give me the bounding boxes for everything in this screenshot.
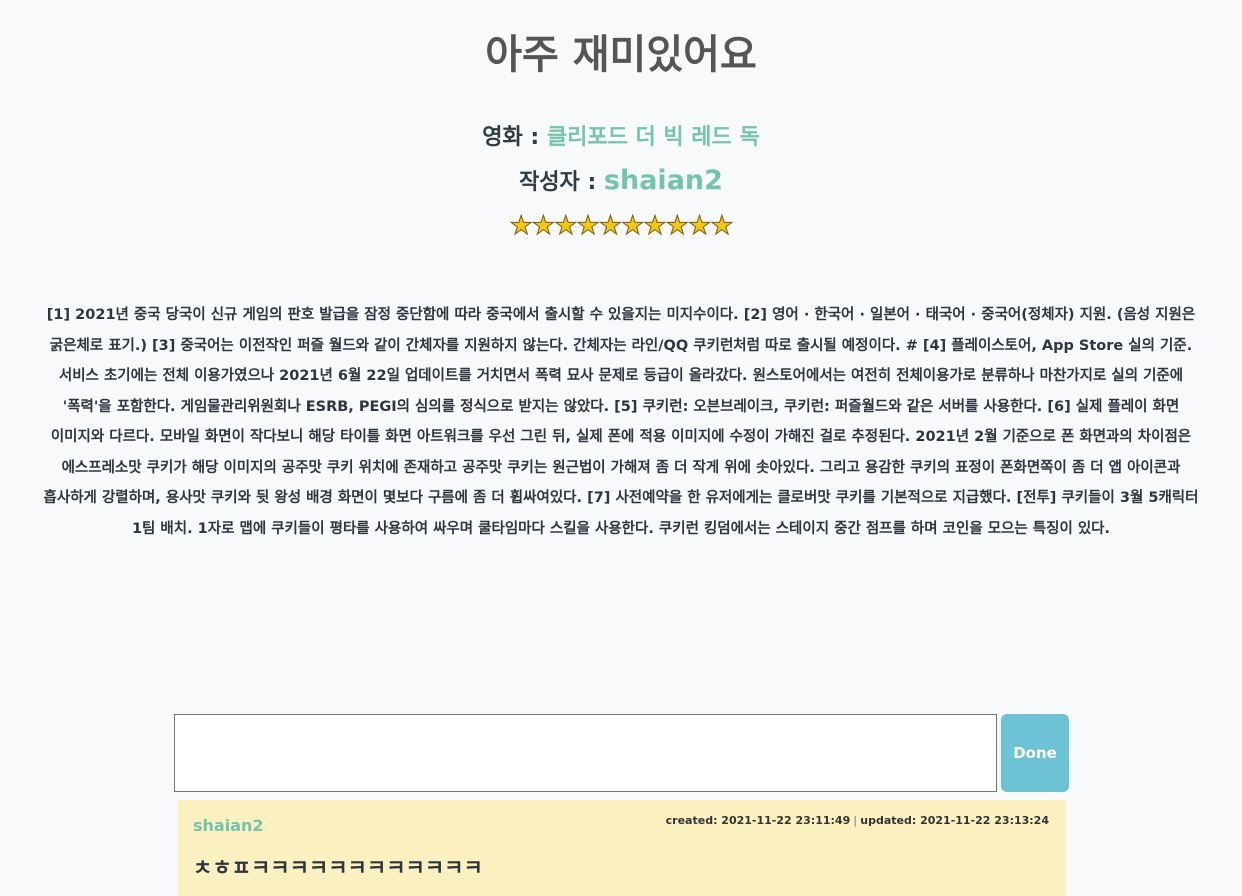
- comment-author[interactable]: shaian2: [193, 816, 264, 835]
- comment-created: created: 2021-11-22 23:11:49: [665, 814, 851, 827]
- review-title: 아주 재미있어요: [485, 32, 757, 78]
- timestamp-separator: |: [853, 814, 858, 827]
- movie-link[interactable]: 클리포드 더 빅 레드 독: [547, 125, 760, 150]
- star-rating: ★★★★★★★★★★: [509, 211, 734, 242]
- movie-label: 영화 :: [482, 125, 540, 150]
- review-page: 아주 재미있어요 영화 : 클리포드 더 빅 레드 독 작성자 : shaian…: [0, 0, 1242, 896]
- movie-line: 영화 : 클리포드 더 빅 레드 독: [0, 120, 1242, 156]
- author-label: 작성자 :: [519, 170, 597, 195]
- comment-body: ㅊㅎㅍㅋㅋㅋㅋㅋㅋㅋㅋㅋㅋㅋㅋ: [193, 856, 483, 880]
- comment-timestamps: created: 2021-11-22 23:11:49 | updated: 20…: [666, 814, 1049, 827]
- review-body: [1] 2021년 중국 당국이 신규 게임의 판호 발급을 잠정 중단함에 따…: [43, 307, 1199, 537]
- done-button[interactable]: Done: [1001, 714, 1069, 792]
- comment-form: Done: [174, 714, 1069, 792]
- author-name[interactable]: shaian2: [604, 165, 723, 196]
- comment-card: shaian2 created: 2021-11-22 23:11:49 | upd…: [178, 800, 1066, 896]
- comment-updated: updated: 2021-11-22 23:13:24: [860, 814, 1049, 827]
- author-line: 작성자 : shaian2: [0, 162, 1242, 202]
- comment-input[interactable]: [174, 714, 997, 792]
